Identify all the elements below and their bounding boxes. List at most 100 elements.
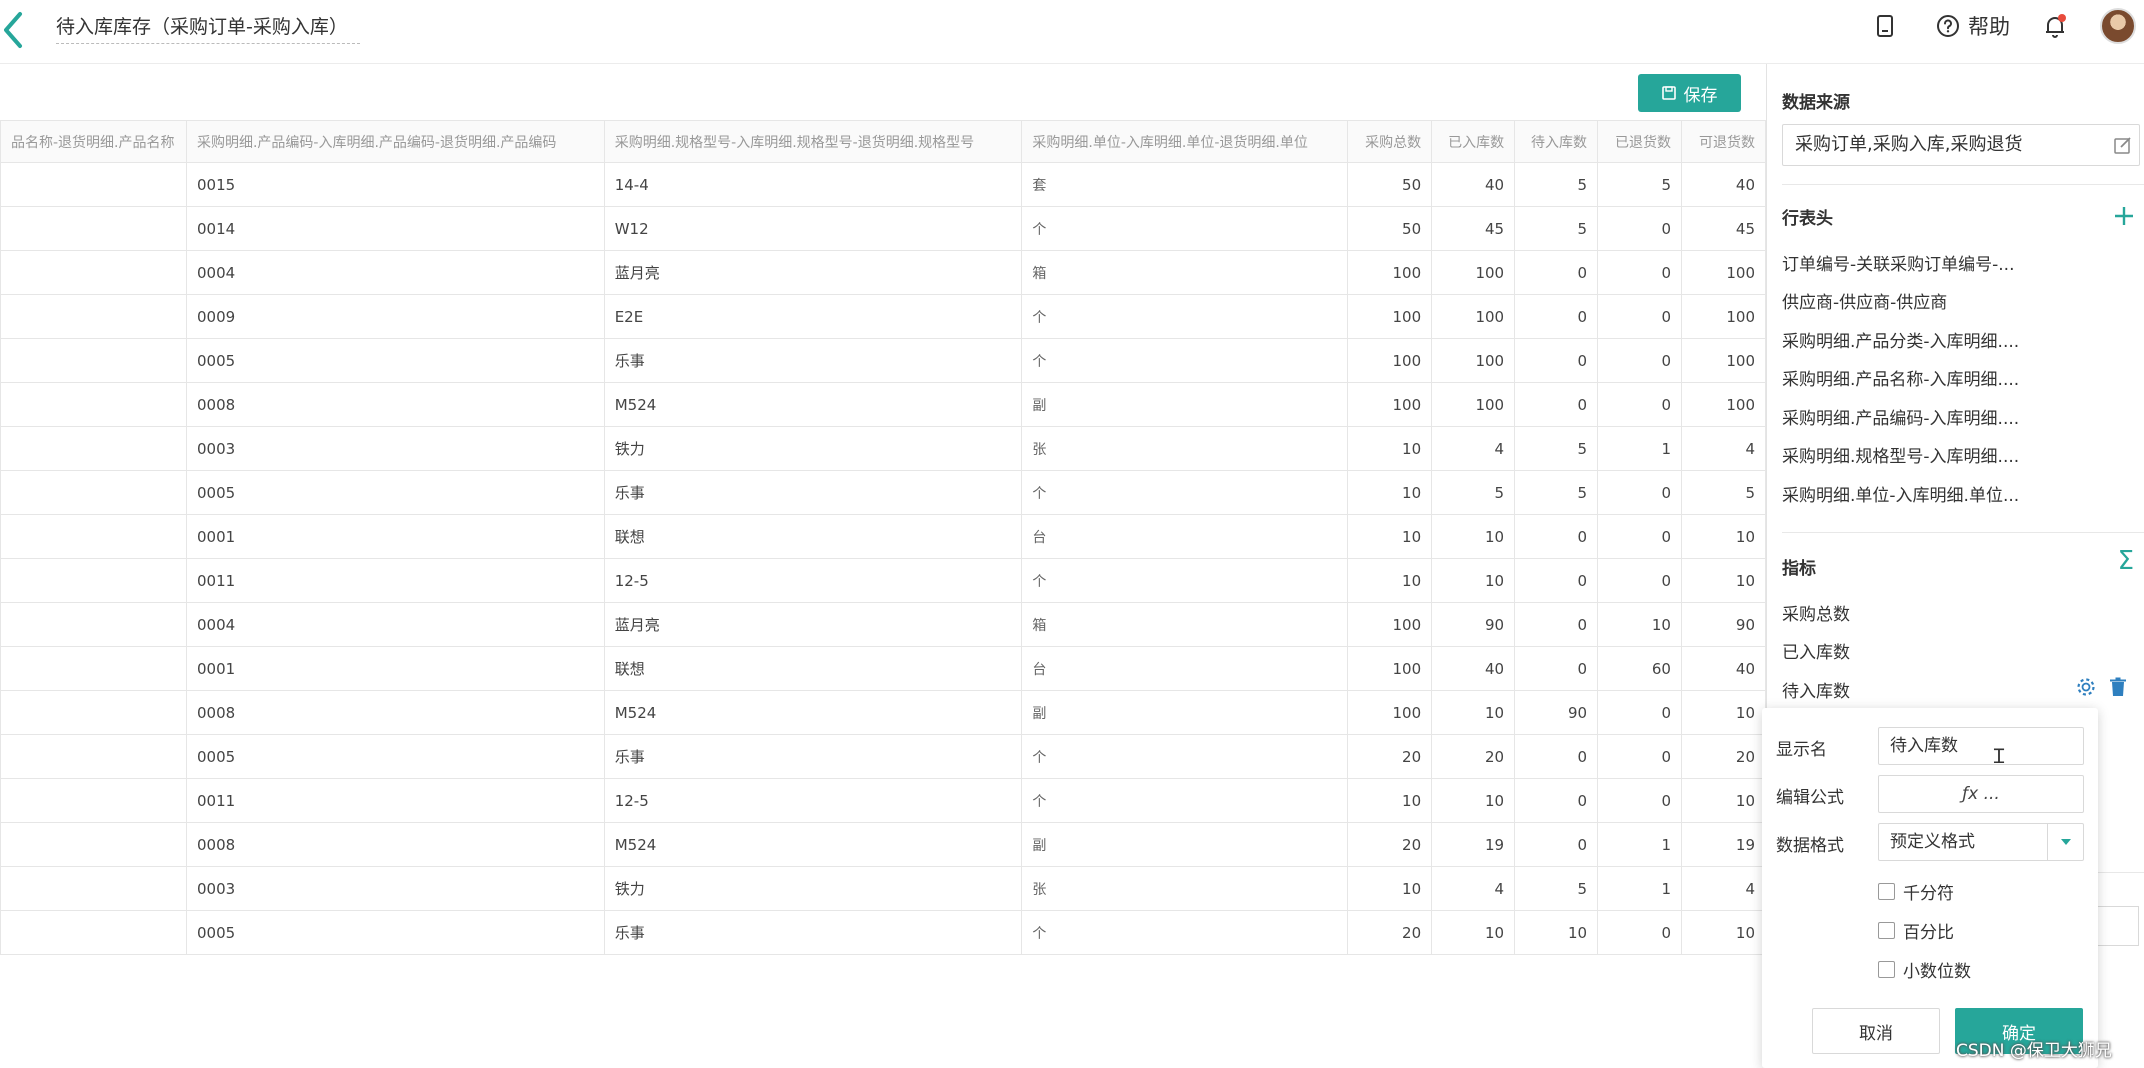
checkbox-box[interactable] <box>1878 922 1895 939</box>
table-row[interactable]: 0008 M524 副 100 100 0 0 100 <box>0 382 1767 427</box>
row-header-item[interactable]: 采购明细.单位-入库明细.单位... <box>1782 481 2019 506</box>
metric-item-active[interactable]: 待入库数 <box>1782 677 1850 702</box>
table-row[interactable]: 0005 乐事个 20 20 0 0 20 <box>0 734 1767 779</box>
table-cell: 0 <box>1514 250 1599 295</box>
table-cell: 0 <box>1597 382 1682 427</box>
table-cell: 40 <box>1431 162 1516 207</box>
table-cell: 0008 <box>185 822 605 867</box>
column-header[interactable]: 采购总数 <box>1347 120 1433 163</box>
gear-icon[interactable] <box>2075 676 2097 698</box>
table-cell: 铁力 <box>603 866 1023 911</box>
help-button[interactable]: 帮助 <box>1936 11 2010 41</box>
decimal-places-checkbox[interactable]: 小数位数 <box>1878 957 1971 982</box>
display-name-input[interactable]: 待入库数 <box>1878 727 2084 765</box>
page-title[interactable]: 待入库库存（采购订单-采购入库） <box>56 12 360 44</box>
column-header[interactable]: 已入库数 <box>1431 120 1516 163</box>
table-cell: 10 <box>1431 558 1516 603</box>
table-row[interactable]: 0001 联想台 100 40 0 60 40 <box>0 646 1767 691</box>
edit-icon[interactable] <box>2113 135 2133 155</box>
table-cell: 张 <box>1021 426 1349 471</box>
table-cell: 14-4 <box>603 162 1023 207</box>
notification-bell-icon[interactable] <box>2038 9 2072 43</box>
table-row[interactable]: 0008 M524 副 100 10 90 0 10 <box>0 690 1767 735</box>
back-icon[interactable] <box>0 8 30 52</box>
table-cell: 100 <box>1431 250 1516 295</box>
table-row[interactable]: 0003 铁力张 10 4 5 1 4 <box>0 426 1767 471</box>
column-header[interactable]: 采购明细.规格型号-入库明细.规格型号-退货明细.规格型号 <box>603 120 1023 163</box>
cancel-button[interactable]: 取消 <box>1812 1008 1940 1054</box>
table-cell: W12 <box>603 206 1023 251</box>
checkbox-box[interactable] <box>1878 961 1895 978</box>
table-cell: 40 <box>1431 646 1516 691</box>
table-row[interactable]: 0011 12-5 个 10 10 0 0 10 <box>0 558 1767 603</box>
table-cell: 100 <box>1431 294 1516 339</box>
table-cell <box>0 470 187 515</box>
table-cell: 10 <box>1597 602 1682 647</box>
thousands-separator-checkbox[interactable]: 千分符 <box>1878 879 1954 904</box>
table-row[interactable]: 0005 乐事个 100 100 0 0 100 <box>0 338 1767 383</box>
checkbox-box[interactable] <box>1878 883 1895 900</box>
table-cell: 0 <box>1514 646 1599 691</box>
table-cell: 0 <box>1514 382 1599 427</box>
checkbox-label: 千分符 <box>1903 884 1954 904</box>
table-cell: 1 <box>1597 822 1682 867</box>
caret-down-icon[interactable] <box>2047 824 2083 860</box>
table-row[interactable]: 0015 14-4 套 50 40 5 5 40 <box>0 162 1767 207</box>
table-cell: 5 <box>1514 866 1599 911</box>
row-header-item[interactable]: 采购明细.产品分类-入库明细.... <box>1782 327 2019 352</box>
save-button[interactable]: 保存 <box>1638 74 1741 112</box>
table-cell <box>0 206 187 251</box>
table-row[interactable]: 0014 W12 个 50 45 5 0 45 <box>0 206 1767 251</box>
data-source-field[interactable]: 采购订单,采购入库,采购退货 <box>1782 124 2140 166</box>
table-cell: 5 <box>1431 470 1516 515</box>
table-cell: 蓝月亮 <box>603 250 1023 295</box>
table-row[interactable]: 0009 E2E 个 100 100 0 0 100 <box>0 294 1767 339</box>
table-cell: 10 <box>1680 514 1767 559</box>
column-header[interactable]: 品名称-退货明细.产品名称 <box>0 120 187 163</box>
table-cell: 0005 <box>185 470 605 515</box>
table-cell: 100 <box>1680 382 1767 427</box>
row-header-item[interactable]: 订单编号-关联采购订单编号-... <box>1782 250 2014 275</box>
table-row[interactable]: 0008 M524 副 20 19 0 1 19 <box>0 822 1767 867</box>
column-header[interactable]: 采购明细.产品编码-入库明细.产品编码-退货明细.产品编码 <box>185 120 605 163</box>
table-cell: 联想 <box>603 514 1023 559</box>
sigma-icon[interactable]: Σ <box>2118 546 2134 576</box>
table-row[interactable]: 0005 乐事个 10 5 5 0 5 <box>0 470 1767 515</box>
notification-dot <box>2058 14 2066 22</box>
table-cell: 100 <box>1347 382 1433 427</box>
data-table-container[interactable]: 品名称-退货明细.产品名称 采购明细.产品编码-入库明细.产品编码-退货明细.产… <box>0 120 1767 955</box>
row-header-item[interactable]: 采购明细.规格型号-入库明细.... <box>1782 442 2019 467</box>
table-cell: 0 <box>1597 250 1682 295</box>
table-row[interactable]: 0004 蓝月亮箱 100 100 0 0 100 <box>0 250 1767 295</box>
edit-formula-button[interactable]: ƒx ... <box>1878 775 2084 813</box>
row-header-item[interactable]: 供应商-供应商-供应商 <box>1782 288 1947 313</box>
percentage-checkbox[interactable]: 百分比 <box>1878 918 1954 943</box>
column-header[interactable]: 可退货数 <box>1680 120 1767 163</box>
table-cell: 40 <box>1680 646 1767 691</box>
row-header-item[interactable]: 采购明细.产品名称-入库明细.... <box>1782 365 2019 390</box>
row-header-item[interactable]: 采购明细.产品编码-入库明细.... <box>1782 404 2019 429</box>
column-header[interactable]: 已退货数 <box>1597 120 1682 163</box>
table-cell: 19 <box>1680 822 1767 867</box>
trash-icon[interactable] <box>2107 676 2129 698</box>
table-cell: 50 <box>1347 162 1433 207</box>
data-format-select[interactable]: 预定义格式 <box>1878 823 2084 861</box>
column-header[interactable]: 采购明细.单位-入库明细.单位-退货明细.单位 <box>1021 120 1349 163</box>
metric-item[interactable]: 已入库数 <box>1782 638 1850 663</box>
mobile-preview-icon[interactable] <box>1868 9 1902 43</box>
table-cell: 10 <box>1431 910 1516 955</box>
table-row[interactable]: 0011 12-5 个 10 10 0 0 10 <box>0 778 1767 823</box>
table-cell: 0011 <box>185 778 605 823</box>
avatar[interactable] <box>2100 8 2136 44</box>
table-cell: 0 <box>1514 602 1599 647</box>
table-row[interactable]: 0004 蓝月亮箱 100 90 0 10 90 <box>0 602 1767 647</box>
table-row[interactable]: 0001 联想台 10 10 0 0 10 <box>0 514 1767 559</box>
column-header[interactable]: 待入库数 <box>1514 120 1599 163</box>
table-row[interactable]: 0005 乐事个 20 10 10 0 10 <box>0 910 1767 955</box>
table-cell <box>0 778 187 823</box>
metric-item[interactable]: 采购总数 <box>1782 600 1850 625</box>
table-cell: 0 <box>1597 338 1682 383</box>
table-cell: 10 <box>1347 558 1433 603</box>
table-row[interactable]: 0003 铁力张 10 4 5 1 4 <box>0 866 1767 911</box>
add-row-header-icon[interactable] <box>2112 204 2136 228</box>
